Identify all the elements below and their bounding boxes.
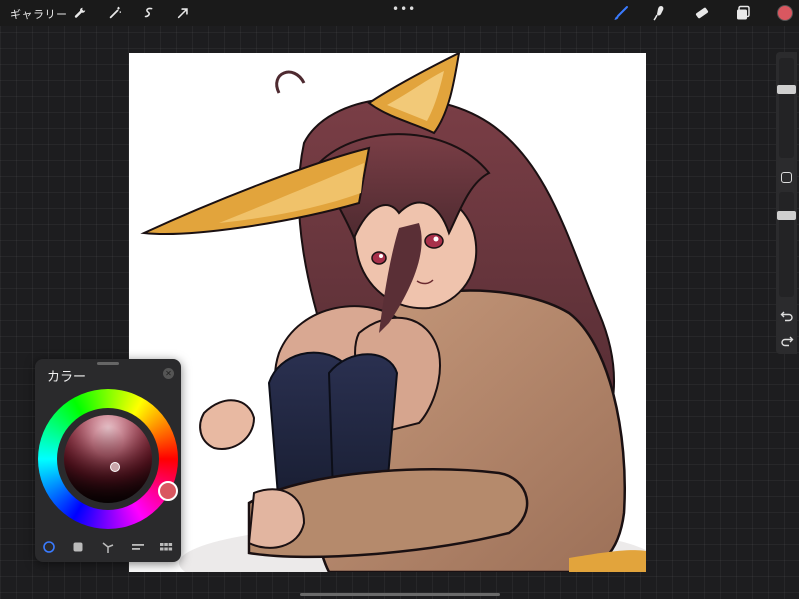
selection-icon[interactable] bbox=[140, 4, 158, 22]
artwork-illustration bbox=[140, 53, 646, 572]
palettes-mode-icon[interactable] bbox=[157, 539, 175, 555]
more-options-button[interactable]: ••• bbox=[392, 2, 416, 16]
smudge-icon[interactable] bbox=[650, 3, 670, 23]
transform-arrow-icon[interactable] bbox=[174, 4, 192, 22]
right-sidebar bbox=[776, 52, 797, 354]
close-icon[interactable]: ✕ bbox=[163, 368, 174, 379]
saturation-picker[interactable] bbox=[110, 462, 120, 472]
home-indicator bbox=[300, 593, 500, 596]
drawing-canvas[interactable] bbox=[129, 53, 646, 572]
brush-size-slider[interactable] bbox=[777, 58, 796, 158]
value-mode-icon[interactable] bbox=[129, 539, 147, 555]
redo-icon[interactable] bbox=[780, 333, 794, 347]
color-disc bbox=[38, 389, 178, 529]
color-panel: カラー ✕ bbox=[35, 359, 181, 562]
gallery-button[interactable]: ギャラリー bbox=[10, 6, 68, 22]
hue-picker[interactable] bbox=[158, 481, 178, 501]
classic-mode-icon[interactable] bbox=[69, 539, 87, 555]
opacity-handle[interactable] bbox=[777, 211, 796, 221]
eraser-icon[interactable] bbox=[692, 3, 712, 23]
layers-icon[interactable] bbox=[733, 3, 753, 23]
magic-wand-icon[interactable] bbox=[106, 4, 124, 22]
disc-mode-icon[interactable] bbox=[40, 539, 58, 555]
wrench-icon[interactable] bbox=[71, 4, 89, 22]
current-color-swatch[interactable] bbox=[777, 5, 793, 21]
opacity-slider[interactable] bbox=[777, 192, 796, 297]
modify-button[interactable] bbox=[781, 172, 792, 183]
top-toolbar: ギャラリー ••• bbox=[0, 0, 799, 26]
panel-grab-handle[interactable] bbox=[97, 362, 119, 365]
saturation-disc[interactable] bbox=[64, 415, 152, 503]
undo-icon[interactable] bbox=[780, 308, 794, 322]
brush-icon[interactable] bbox=[611, 3, 631, 23]
panel-title: カラー bbox=[47, 370, 87, 385]
brush-size-handle[interactable] bbox=[777, 85, 796, 95]
harmony-mode-icon[interactable] bbox=[99, 539, 117, 555]
